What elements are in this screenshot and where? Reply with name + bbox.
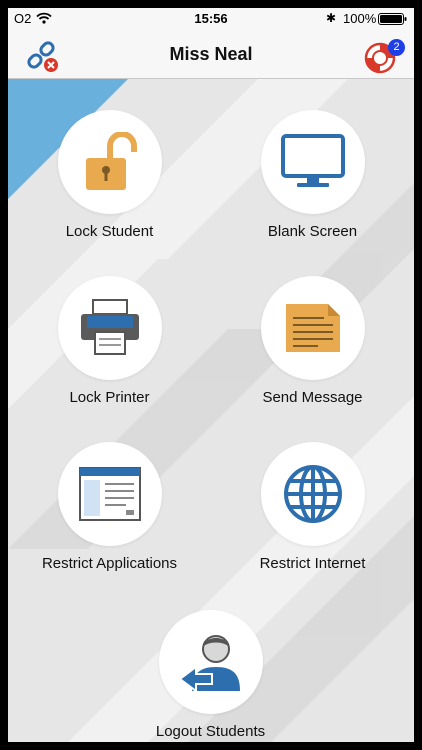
restrict-internet-label: Restrict Internet [259, 555, 366, 572]
battery-icon [378, 13, 408, 28]
app-screen: O2 15:56 ✱ 100% Miss Neal 2 Lock Student… [8, 8, 414, 742]
logout-students-tile[interactable]: Logout Students [109, 610, 312, 740]
logout-students-label: Logout Students [155, 723, 266, 740]
lock-printer-button[interactable] [57, 276, 162, 380]
status-bar: O2 15:56 ✱ 100% [8, 8, 414, 30]
blank-screen-button[interactable] [260, 110, 365, 214]
open-padlock-icon [85, 132, 137, 190]
help-badge: 2 [388, 39, 405, 56]
lock-student-button[interactable] [57, 110, 162, 214]
restrict-internet-tile[interactable]: Restrict Internet [211, 442, 414, 572]
page-title: Miss Neal [169, 44, 253, 64]
restrict-applications-button[interactable] [57, 442, 162, 546]
globe-icon [283, 465, 342, 523]
send-message-button[interactable] [260, 276, 365, 380]
restrict-internet-button[interactable] [260, 442, 365, 546]
battery-percentage: 100% [343, 11, 377, 26]
logout-students-button[interactable] [158, 610, 263, 714]
send-message-tile[interactable]: Send Message [211, 276, 414, 406]
bluetooth-icon: ✱ [326, 11, 337, 25]
lock-printer-tile[interactable]: Lock Printer [8, 276, 211, 406]
lock-printer-label: Lock Printer [69, 389, 150, 406]
message-document-icon [285, 304, 340, 352]
monitor-icon [280, 134, 345, 187]
printer-icon [80, 299, 139, 355]
lock-student-label: Lock Student [65, 223, 154, 240]
restrict-applications-label: Restrict Applications [41, 555, 178, 572]
application-window-icon [78, 467, 141, 521]
user-logout-icon [177, 635, 240, 693]
navigation-bar: Miss Neal 2 [8, 30, 414, 79]
lock-student-tile[interactable]: Lock Student [8, 110, 211, 240]
blank-screen-label: Blank Screen [267, 223, 358, 240]
send-message-label: Send Message [262, 389, 363, 406]
actions-panel: Lock Student Blank Screen Lock Printer S… [8, 79, 414, 742]
restrict-applications-tile[interactable]: Restrict Applications [8, 442, 211, 572]
blank-screen-tile[interactable]: Blank Screen [211, 110, 414, 240]
